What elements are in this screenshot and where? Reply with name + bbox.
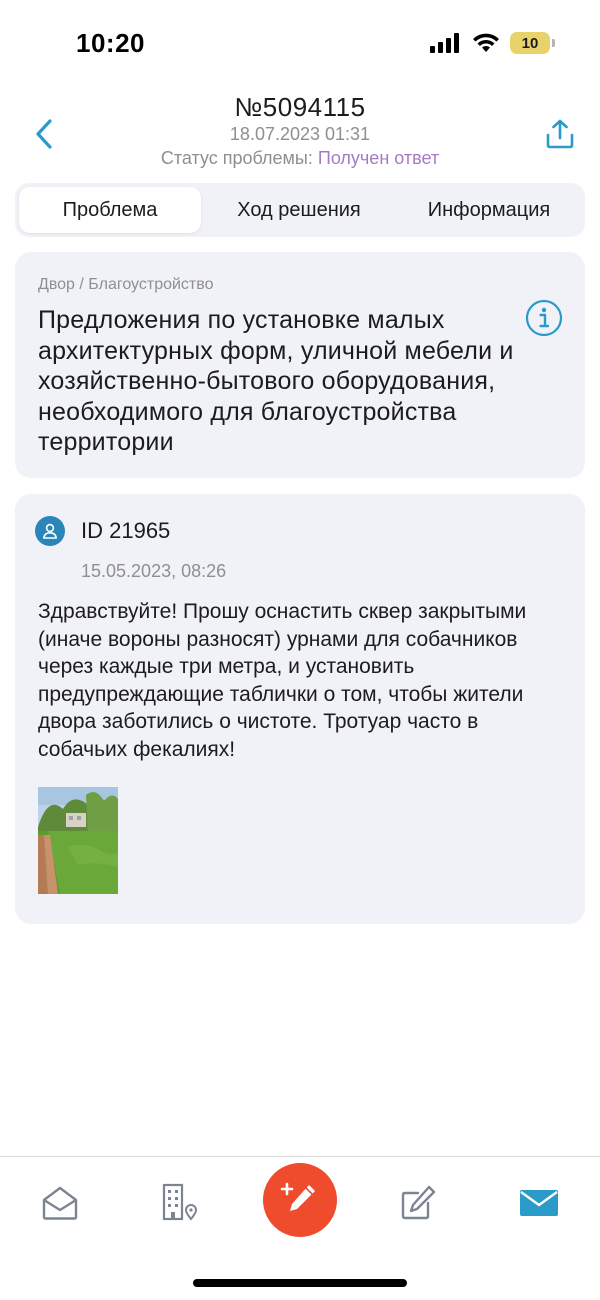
home-icon (42, 1186, 78, 1220)
share-button[interactable] (540, 114, 580, 154)
photo-thumbnail (38, 787, 118, 894)
category-breadcrumb: Двор / Благоустройство (38, 276, 214, 293)
status-bar: 10:20 10 (0, 0, 600, 90)
wifi-icon (473, 33, 499, 52)
category-title: Предложения по установке малых архитекту… (38, 306, 514, 456)
bottom-navigation (0, 1156, 600, 1300)
user-avatar (35, 516, 65, 546)
nav-home[interactable] (38, 1181, 82, 1225)
user-id: ID 21965 (81, 518, 171, 543)
status-time: 10:20 (76, 28, 145, 58)
tab-progress[interactable]: Ход решения (201, 187, 397, 233)
cellular-signal-icon (430, 33, 459, 53)
tab-bar: Проблема Ход решения Информация (15, 183, 585, 237)
message-card: ID 21965 15.05.2023, 08:26 Здравствуйте!… (15, 494, 585, 924)
battery-icon: 10 (510, 32, 555, 54)
info-icon (525, 299, 563, 337)
battery-level: 10 (521, 34, 539, 52)
message-date: 15.05.2023, 08:26 (81, 561, 227, 581)
home-indicator (193, 1279, 407, 1287)
add-problem-button[interactable] (263, 1163, 337, 1237)
tab-problem[interactable]: Проблема (19, 187, 201, 233)
attached-photo[interactable] (38, 787, 118, 894)
status-icons: 10 (430, 32, 555, 54)
nav-edit[interactable] (396, 1181, 440, 1225)
category-card: Двор / Благоустройство Предложения по ус… (15, 252, 585, 478)
add-problem-icon (280, 1182, 315, 1211)
status-value: Получен ответ (317, 148, 440, 168)
status-label: Статус проблемы: (160, 148, 313, 168)
tab-information[interactable]: Информация (397, 187, 581, 233)
problem-date: 18.07.2023 01:31 (229, 124, 371, 144)
nav-messages[interactable] (517, 1181, 561, 1225)
info-button[interactable] (525, 299, 563, 337)
edit-icon (401, 1185, 436, 1220)
message-text: Здравствуйте! Прошу оснастить сквер закр… (38, 600, 527, 761)
share-icon (546, 119, 574, 149)
page-title: №5094115 (234, 92, 366, 122)
nav-buildings[interactable] (158, 1181, 202, 1225)
user-icon (43, 523, 57, 539)
building-location-icon (162, 1183, 198, 1221)
mail-icon (520, 1190, 558, 1216)
header: №5094115 18.07.2023 01:31 Статус проблем… (0, 90, 600, 176)
problem-status: Статус проблемы: Получен ответ (0, 148, 600, 169)
